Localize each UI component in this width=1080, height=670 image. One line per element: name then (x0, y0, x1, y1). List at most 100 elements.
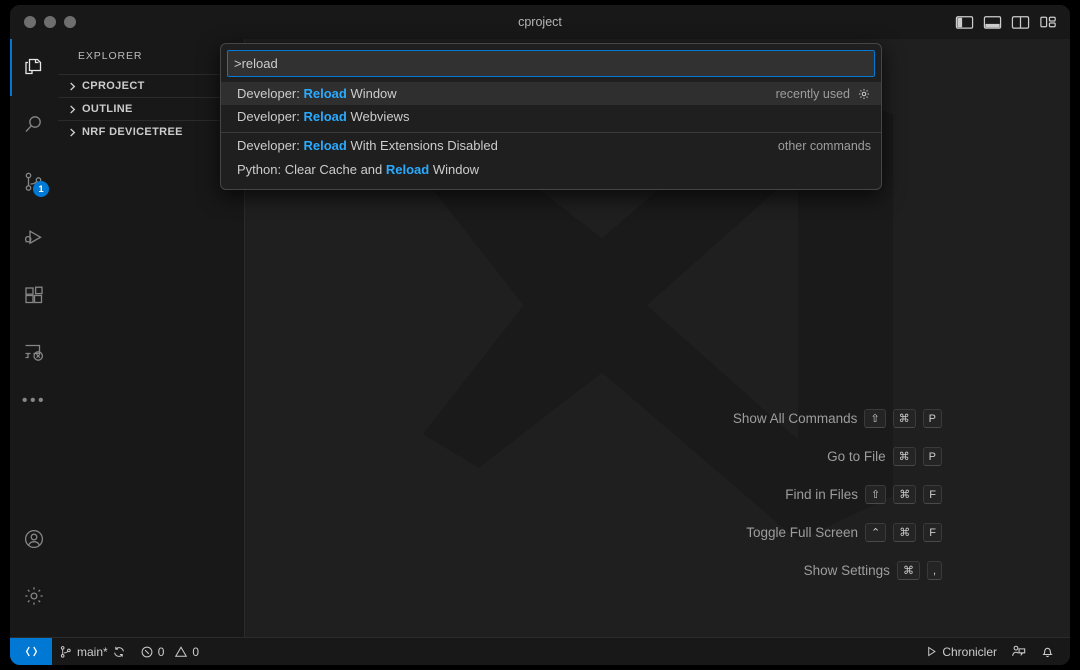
watermark-row: Show All Commands ⇧ ⌘ P (733, 409, 942, 428)
status-bar-left: main* 0 (10, 638, 206, 665)
warning-count: 0 (192, 645, 199, 659)
play-icon (925, 645, 938, 658)
remote-icon (24, 644, 39, 659)
status-bar-feedback[interactable] (1004, 638, 1033, 665)
sidebar-section-nrf-devicetree[interactable]: NRF DEVICETREE (58, 120, 244, 143)
watermark-label: Toggle Full Screen (746, 525, 858, 540)
status-bar-branch[interactable]: main* (52, 638, 133, 665)
command-label: Python: Clear Cache and Reload Window (237, 162, 871, 177)
branch-name: main* (77, 645, 108, 659)
activitybar-item-extensions[interactable] (10, 267, 58, 324)
run-debug-icon (22, 227, 46, 251)
sidebar-section-label: CPROJECT (82, 80, 145, 92)
feedback-person-icon (1011, 644, 1026, 659)
keybinding-key: ⇧ (864, 409, 885, 428)
sidebar-section-outline[interactable]: OUTLINE (58, 97, 244, 120)
sidebar-section-label: OUTLINE (82, 103, 133, 115)
traffic-light-buttons (10, 16, 76, 28)
keybinding-key: ⌘ (897, 561, 920, 580)
sidebar-title: EXPLORER (58, 39, 244, 74)
extensions-icon (22, 284, 46, 308)
activitybar-item-search[interactable] (10, 96, 58, 153)
command-group: other commands (778, 139, 871, 153)
command-group: recently used (776, 87, 871, 101)
watermark-label: Go to File (827, 449, 886, 464)
toggle-secondary-sidebar-icon[interactable] (1011, 14, 1030, 30)
status-bar-notifications[interactable] (1033, 638, 1062, 665)
toggle-panel-icon[interactable] (983, 14, 1002, 30)
account-icon (22, 527, 46, 551)
command-label: Developer: Reload Webviews (237, 109, 871, 124)
keybinding-key: P (923, 447, 942, 466)
gear-icon (22, 584, 46, 608)
status-bar: main* 0 (10, 637, 1070, 665)
activitybar-overflow-icon[interactable]: ••• (10, 381, 58, 421)
status-bar-chronicler[interactable]: Chronicler (918, 638, 1004, 665)
toggle-primary-sidebar-icon[interactable] (955, 14, 974, 30)
activitybar-item-remote-explorer[interactable] (10, 324, 58, 381)
window-title: cproject (10, 5, 1070, 39)
primary-sidebar: EXPLORER CPROJECT OUTLINE NRF DEVICETREE (58, 39, 245, 638)
activitybar-item-source-control[interactable]: 1 (10, 153, 58, 210)
error-icon (140, 645, 154, 659)
watermark-row: Show Settings ⌘ , (733, 561, 942, 580)
customize-layout-icon[interactable] (1039, 14, 1058, 30)
command-label: Developer: Reload With Extensions Disabl… (237, 138, 778, 153)
command-palette-input-wrap (221, 44, 881, 82)
keybinding-key: P (923, 409, 942, 428)
maximize-window-button[interactable] (64, 16, 76, 28)
command-group-label: recently used (776, 87, 850, 101)
sync-icon[interactable] (112, 645, 126, 659)
command-palette-row[interactable]: Developer: Reload With Extensions Disabl… (221, 132, 881, 158)
watermark-label: Show Settings (804, 563, 890, 578)
error-count: 0 (158, 645, 165, 659)
keybinding-key: ⌃ (865, 523, 886, 542)
keybinding-key: , (927, 561, 942, 580)
keybinding-key: ⌘ (893, 523, 916, 542)
chevron-right-icon (64, 124, 80, 140)
activitybar-item-settings[interactable] (10, 567, 58, 624)
watermark-row: Find in Files ⇧ ⌘ F (733, 485, 942, 504)
title-bar: cproject (10, 5, 1070, 40)
files-icon (22, 56, 46, 80)
keybinding-key: ⌘ (893, 447, 916, 466)
gear-icon[interactable] (857, 87, 871, 101)
vscode-window: cproject (10, 5, 1070, 665)
chevron-right-icon (64, 78, 80, 94)
status-bar-right: Chronicler (918, 638, 1070, 665)
remote-host-button[interactable] (10, 638, 52, 665)
chronicler-label: Chronicler (942, 645, 997, 659)
watermark-label: Show All Commands (733, 411, 858, 426)
sidebar-section-label: NRF DEVICETREE (82, 126, 183, 138)
source-control-badge: 1 (33, 181, 49, 197)
minimize-window-button[interactable] (44, 16, 56, 28)
warning-icon (174, 645, 188, 659)
command-palette-input[interactable] (227, 50, 875, 77)
layout-actions (955, 5, 1058, 39)
git-branch-icon (59, 645, 73, 659)
remote-explorer-icon (22, 341, 46, 365)
chevron-right-icon (64, 101, 80, 117)
sidebar-section-cproject[interactable]: CPROJECT (58, 74, 244, 97)
command-palette: Developer: Reload Window recently used D… (220, 43, 882, 190)
command-group-label: other commands (778, 139, 871, 153)
status-bar-problems[interactable]: 0 0 (133, 638, 206, 665)
keybinding-key: ⌘ (893, 485, 916, 504)
activitybar-item-accounts[interactable] (10, 510, 58, 567)
watermark-label: Find in Files (785, 487, 858, 502)
command-palette-row[interactable]: Developer: Reload Webviews (221, 105, 881, 128)
activitybar-item-run-debug[interactable] (10, 210, 58, 267)
command-palette-list: Developer: Reload Window recently used D… (221, 82, 881, 189)
keybinding-key: F (923, 523, 942, 542)
keybinding-key: ⇧ (865, 485, 886, 504)
close-window-button[interactable] (24, 16, 36, 28)
command-label: Developer: Reload Window (237, 86, 776, 101)
watermark-row: Go to File ⌘ P (733, 447, 942, 466)
activity-bar: 1 (10, 39, 59, 638)
activitybar-item-explorer[interactable] (10, 39, 58, 96)
command-palette-row[interactable]: Developer: Reload Window recently used (221, 82, 881, 105)
editor-watermark: Show All Commands ⇧ ⌘ P Go to File ⌘ P F… (733, 409, 942, 580)
bell-icon (1040, 644, 1055, 659)
search-icon (22, 113, 46, 137)
command-palette-row[interactable]: Python: Clear Cache and Reload Window (221, 158, 881, 181)
